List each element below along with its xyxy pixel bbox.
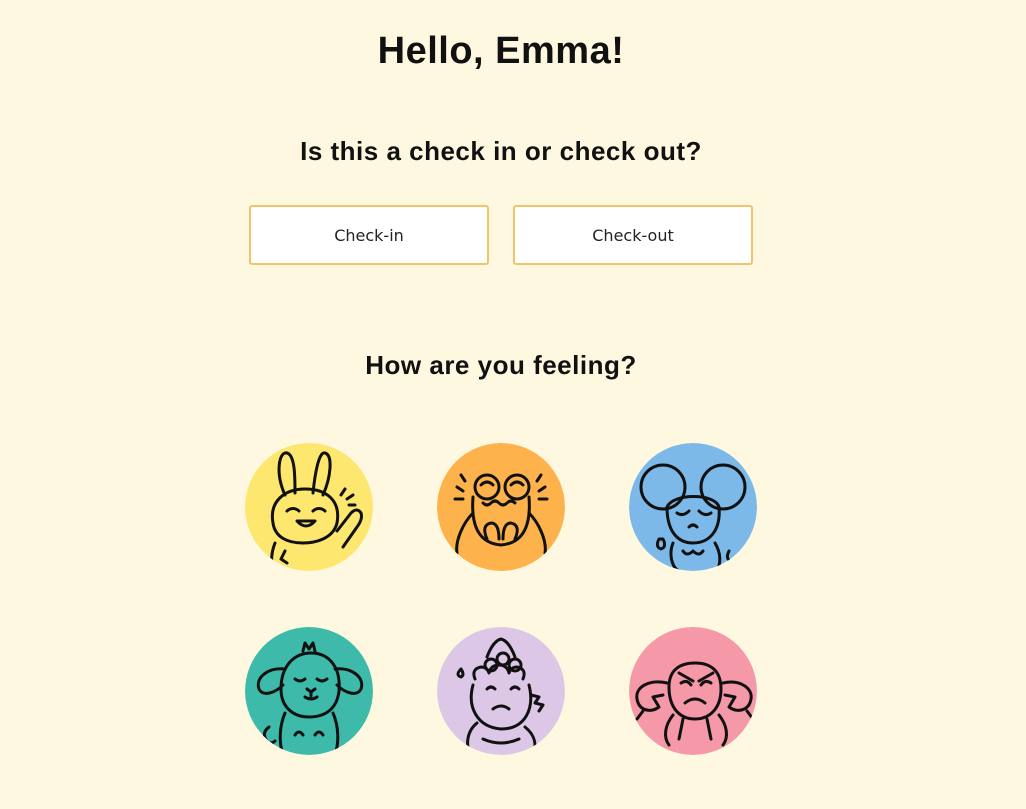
calm-puppy-icon (245, 627, 373, 755)
mood-sad-mouse[interactable] (629, 443, 757, 571)
feeling-question: How are you feeling? (365, 350, 637, 380)
worried-dino-icon (437, 627, 565, 755)
mood-calm-puppy[interactable] (245, 627, 373, 755)
check-in-page: Hello, Emma! Is this a check in or check… (0, 0, 1026, 809)
happy-bunny-icon (245, 443, 373, 571)
mood-angry-crab[interactable] (629, 627, 757, 755)
angry-crab-icon (629, 627, 757, 755)
sad-mouse-icon (629, 443, 757, 571)
greeting-title: Hello, Emma! (377, 30, 625, 72)
nervous-frog-icon (437, 443, 565, 571)
mood-nervous-frog[interactable] (437, 443, 565, 571)
check-in-button[interactable]: Check-in (249, 205, 489, 265)
check-type-question: Is this a check in or check out? (300, 136, 702, 166)
check-out-button[interactable]: Check-out (513, 205, 753, 265)
mood-worried-dino[interactable] (437, 627, 565, 755)
mood-happy-bunny[interactable] (245, 443, 373, 571)
